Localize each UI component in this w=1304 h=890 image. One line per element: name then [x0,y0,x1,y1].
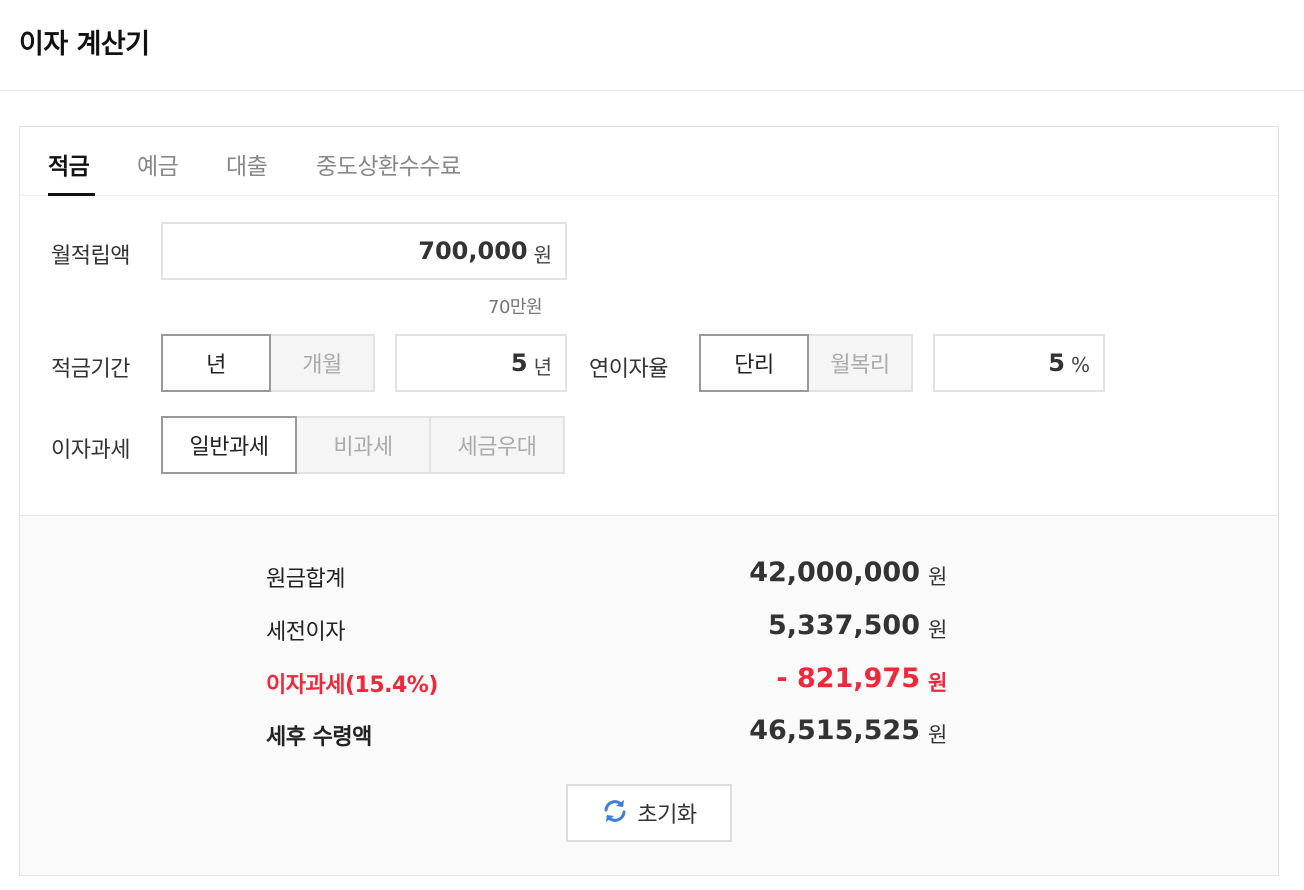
monthly-deposit-value: 700,000 [418,237,528,265]
reset-button[interactable]: 초기화 [566,784,732,842]
tax-free-toggle[interactable]: 비과세 [295,416,431,474]
tab-prepayment-fee[interactable]: 중도상환수수료 [316,147,461,181]
principal-total-unit: 원 [928,565,948,589]
after-tax-amount-value: 46,515,525 [749,715,920,746]
pretax-interest-unit: 원 [928,618,948,642]
page-title: 이자 계산기 [19,29,150,60]
principal-total-label: 원금합계 [266,567,345,592]
rate-label: 연이자율 [589,357,668,382]
after-tax-amount-unit: 원 [928,723,948,747]
period-year-toggle[interactable]: 년 [161,334,271,392]
interest-tax-value: - 821,975 [776,663,920,694]
calculator-panel: 적금 예금 대출 중도상환수수료 월적립액 700,000 원 70만원 적금기… [19,126,1279,876]
principal-total-value: 42,000,000 [749,557,920,588]
tax-general-toggle[interactable]: 일반과세 [161,416,297,474]
tab-loan[interactable]: 대출 [226,147,268,181]
refresh-icon [601,797,629,829]
rate-compound-toggle[interactable]: 월복리 [807,334,913,392]
rate-input[interactable]: 5 % [933,334,1105,392]
tab-bar: 적금 예금 대출 중도상환수수료 [20,127,1278,196]
active-tab-indicator [48,193,95,196]
monthly-deposit-hint: 70만원 [488,297,543,318]
period-input[interactable]: 5 년 [395,334,567,392]
monthly-deposit-input[interactable]: 700,000 원 [161,222,567,280]
tab-deposit[interactable]: 예금 [137,147,179,181]
interest-tax-unit: 원 [928,671,948,695]
page-header: 이자 계산기 [0,0,1304,91]
rate-simple-toggle[interactable]: 단리 [699,334,809,392]
result-area: 원금합계 42,000,000 원 세전이자 5,337,500 원 이자과세(… [20,515,1278,875]
rate-unit: % [1070,353,1090,377]
pretax-interest-label: 세전이자 [266,620,345,645]
period-month-toggle[interactable]: 개월 [269,334,375,392]
interest-tax-label: 이자과세(15.4%) [266,673,438,698]
period-unit: 년 [533,354,552,379]
monthly-deposit-label: 월적립액 [51,244,130,269]
period-label: 적금기간 [51,357,130,382]
rate-value: 5 [1048,349,1065,377]
tab-installment-savings[interactable]: 적금 [48,147,90,181]
tax-label: 이자과세 [51,438,130,463]
pretax-interest-value: 5,337,500 [767,610,920,641]
after-tax-amount-label: 세후 수령액 [266,725,372,750]
reset-label: 초기화 [637,803,697,828]
period-value: 5 [510,349,528,377]
tax-preferential-toggle[interactable]: 세금우대 [429,416,565,474]
monthly-deposit-unit: 원 [533,242,552,267]
